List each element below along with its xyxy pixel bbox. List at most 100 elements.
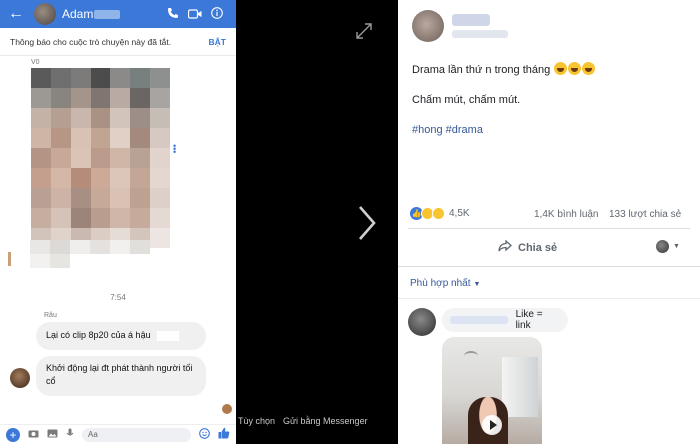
share-icon — [498, 239, 512, 255]
read-receipt-avatar — [222, 404, 232, 414]
pixel-block — [110, 108, 131, 128]
audience-selector[interactable]: ▼ — [656, 240, 680, 253]
blurred-author-name[interactable] — [452, 14, 490, 26]
pixel-block — [31, 68, 51, 88]
divider — [398, 298, 700, 299]
messenger-panel: ← Adam Thông báo cho cuộc trò chuyện này… — [0, 0, 236, 444]
message-timestamp: 7:54 — [110, 293, 126, 302]
sender-avatar[interactable] — [10, 368, 30, 388]
share-button[interactable]: Chia sẻ — [498, 239, 557, 255]
wow-reaction-icon — [432, 207, 445, 220]
play-icon[interactable] — [482, 415, 502, 435]
pixel-block — [130, 148, 151, 168]
arrow-left-icon[interactable]: ← — [8, 5, 34, 23]
pixel-block — [70, 108, 91, 128]
author-avatar[interactable] — [412, 10, 444, 42]
pixel-block — [50, 168, 71, 188]
pixel-block — [50, 148, 71, 168]
phone-icon[interactable] — [162, 7, 184, 22]
pixel-block — [130, 208, 151, 228]
commenter-avatar[interactable] — [408, 308, 436, 336]
message-bubble[interactable]: Khởi động lại đt phát thành người tối cổ — [36, 356, 206, 396]
message-composer: + Aa — [0, 424, 236, 444]
contact-avatar[interactable] — [34, 3, 56, 25]
pixel-block — [70, 188, 91, 208]
comment-bubble[interactable]: Like = link — [442, 308, 568, 332]
contact-name[interactable]: Adam — [62, 7, 162, 21]
pixel-block — [110, 68, 131, 88]
reactions-count: 4,5K — [449, 208, 470, 219]
unmute-button[interactable]: BẬT — [209, 37, 226, 47]
thumbnail-lamp — [464, 351, 478, 361]
pixel-block — [130, 108, 151, 128]
comments-count[interactable]: 1,4K bình luận — [534, 209, 599, 220]
info-icon[interactable] — [206, 6, 228, 22]
pixel-block — [110, 168, 131, 188]
pixel-block — [150, 68, 170, 88]
chevron-right-icon[interactable] — [356, 203, 376, 248]
comment-text: Like = link — [515, 309, 543, 331]
pixel-block — [70, 168, 91, 188]
hidden-text — [156, 330, 179, 341]
pixel-block — [50, 188, 71, 208]
pixel-block — [90, 108, 111, 128]
pixel-block — [50, 208, 71, 228]
laughing-emoji-icon — [568, 62, 582, 75]
send-with-messenger-link[interactable]: Gửi bằng Messenger — [283, 416, 368, 426]
pixel-block — [110, 188, 131, 208]
plus-icon[interactable]: + — [6, 427, 20, 442]
pixel-block — [50, 88, 71, 108]
pixel-block — [70, 148, 91, 168]
emoji-icon[interactable] — [199, 427, 210, 442]
pixel-block — [90, 168, 111, 188]
reactions-summary[interactable]: 👍 4,5K — [410, 207, 470, 220]
pixel-block — [150, 108, 170, 128]
pixel-block — [130, 128, 151, 148]
blurred-name-part — [94, 10, 121, 20]
options-link[interactable]: Tùy chọn — [238, 416, 275, 426]
expand-icon[interactable] — [355, 22, 373, 45]
microphone-icon[interactable] — [66, 428, 74, 441]
shares-count[interactable]: 133 lượt chia sẻ — [609, 209, 681, 220]
pixel-block — [90, 188, 111, 208]
post-hashtags[interactable]: #hong #drama — [412, 124, 483, 136]
divider — [398, 266, 700, 267]
message-bubble[interactable]: Lại có clip 8p20 của á hậu — [36, 322, 206, 350]
pixel-block — [110, 208, 131, 228]
comment-sort-dropdown[interactable]: Phù hợp nhất ▼ — [410, 278, 480, 289]
pixel-block — [50, 108, 71, 128]
messenger-header: ← Adam — [0, 0, 236, 28]
message-input[interactable]: Aa — [82, 427, 191, 442]
comment-video-thumbnail[interactable] — [442, 337, 542, 444]
post-text-line: Chấm mút, chấm mút. — [412, 94, 521, 106]
pixel-block — [31, 108, 51, 128]
pixel-block — [130, 68, 151, 88]
thumbnail-window — [502, 357, 538, 417]
pixel-block — [150, 148, 170, 168]
post-text-line: Drama lần thứ n trong tháng — [412, 62, 596, 76]
mute-notification-text: Thông báo cho cuộc trò chuyện này đã tắt… — [10, 36, 172, 47]
pixel-block — [90, 88, 111, 108]
pixel-block — [70, 88, 91, 108]
pixel-block — [70, 208, 91, 228]
camera-icon[interactable] — [28, 429, 39, 441]
pixelated-strip — [8, 240, 150, 268]
pixel-block — [90, 208, 111, 228]
pixelated-image[interactable] — [31, 68, 170, 248]
divider — [408, 228, 690, 229]
pixel-block — [31, 188, 51, 208]
pixel-block — [31, 128, 51, 148]
post-panel: Drama lần thứ n trong tháng Chấm mút, ch… — [398, 0, 700, 444]
pixel-block — [31, 148, 51, 168]
more-options-icon[interactable]: • • • — [173, 142, 176, 157]
thumbs-up-icon[interactable] — [218, 427, 230, 442]
blurred-commenter-name[interactable] — [450, 316, 508, 324]
image-icon[interactable] — [47, 429, 58, 441]
video-camera-icon[interactable] — [184, 7, 206, 22]
pixel-block — [90, 68, 111, 88]
laughing-emoji-icon — [582, 62, 596, 75]
laughing-emoji-icon — [554, 62, 568, 75]
pixel-block — [150, 128, 170, 148]
pixel-block — [110, 128, 131, 148]
pixel-block — [130, 188, 151, 208]
